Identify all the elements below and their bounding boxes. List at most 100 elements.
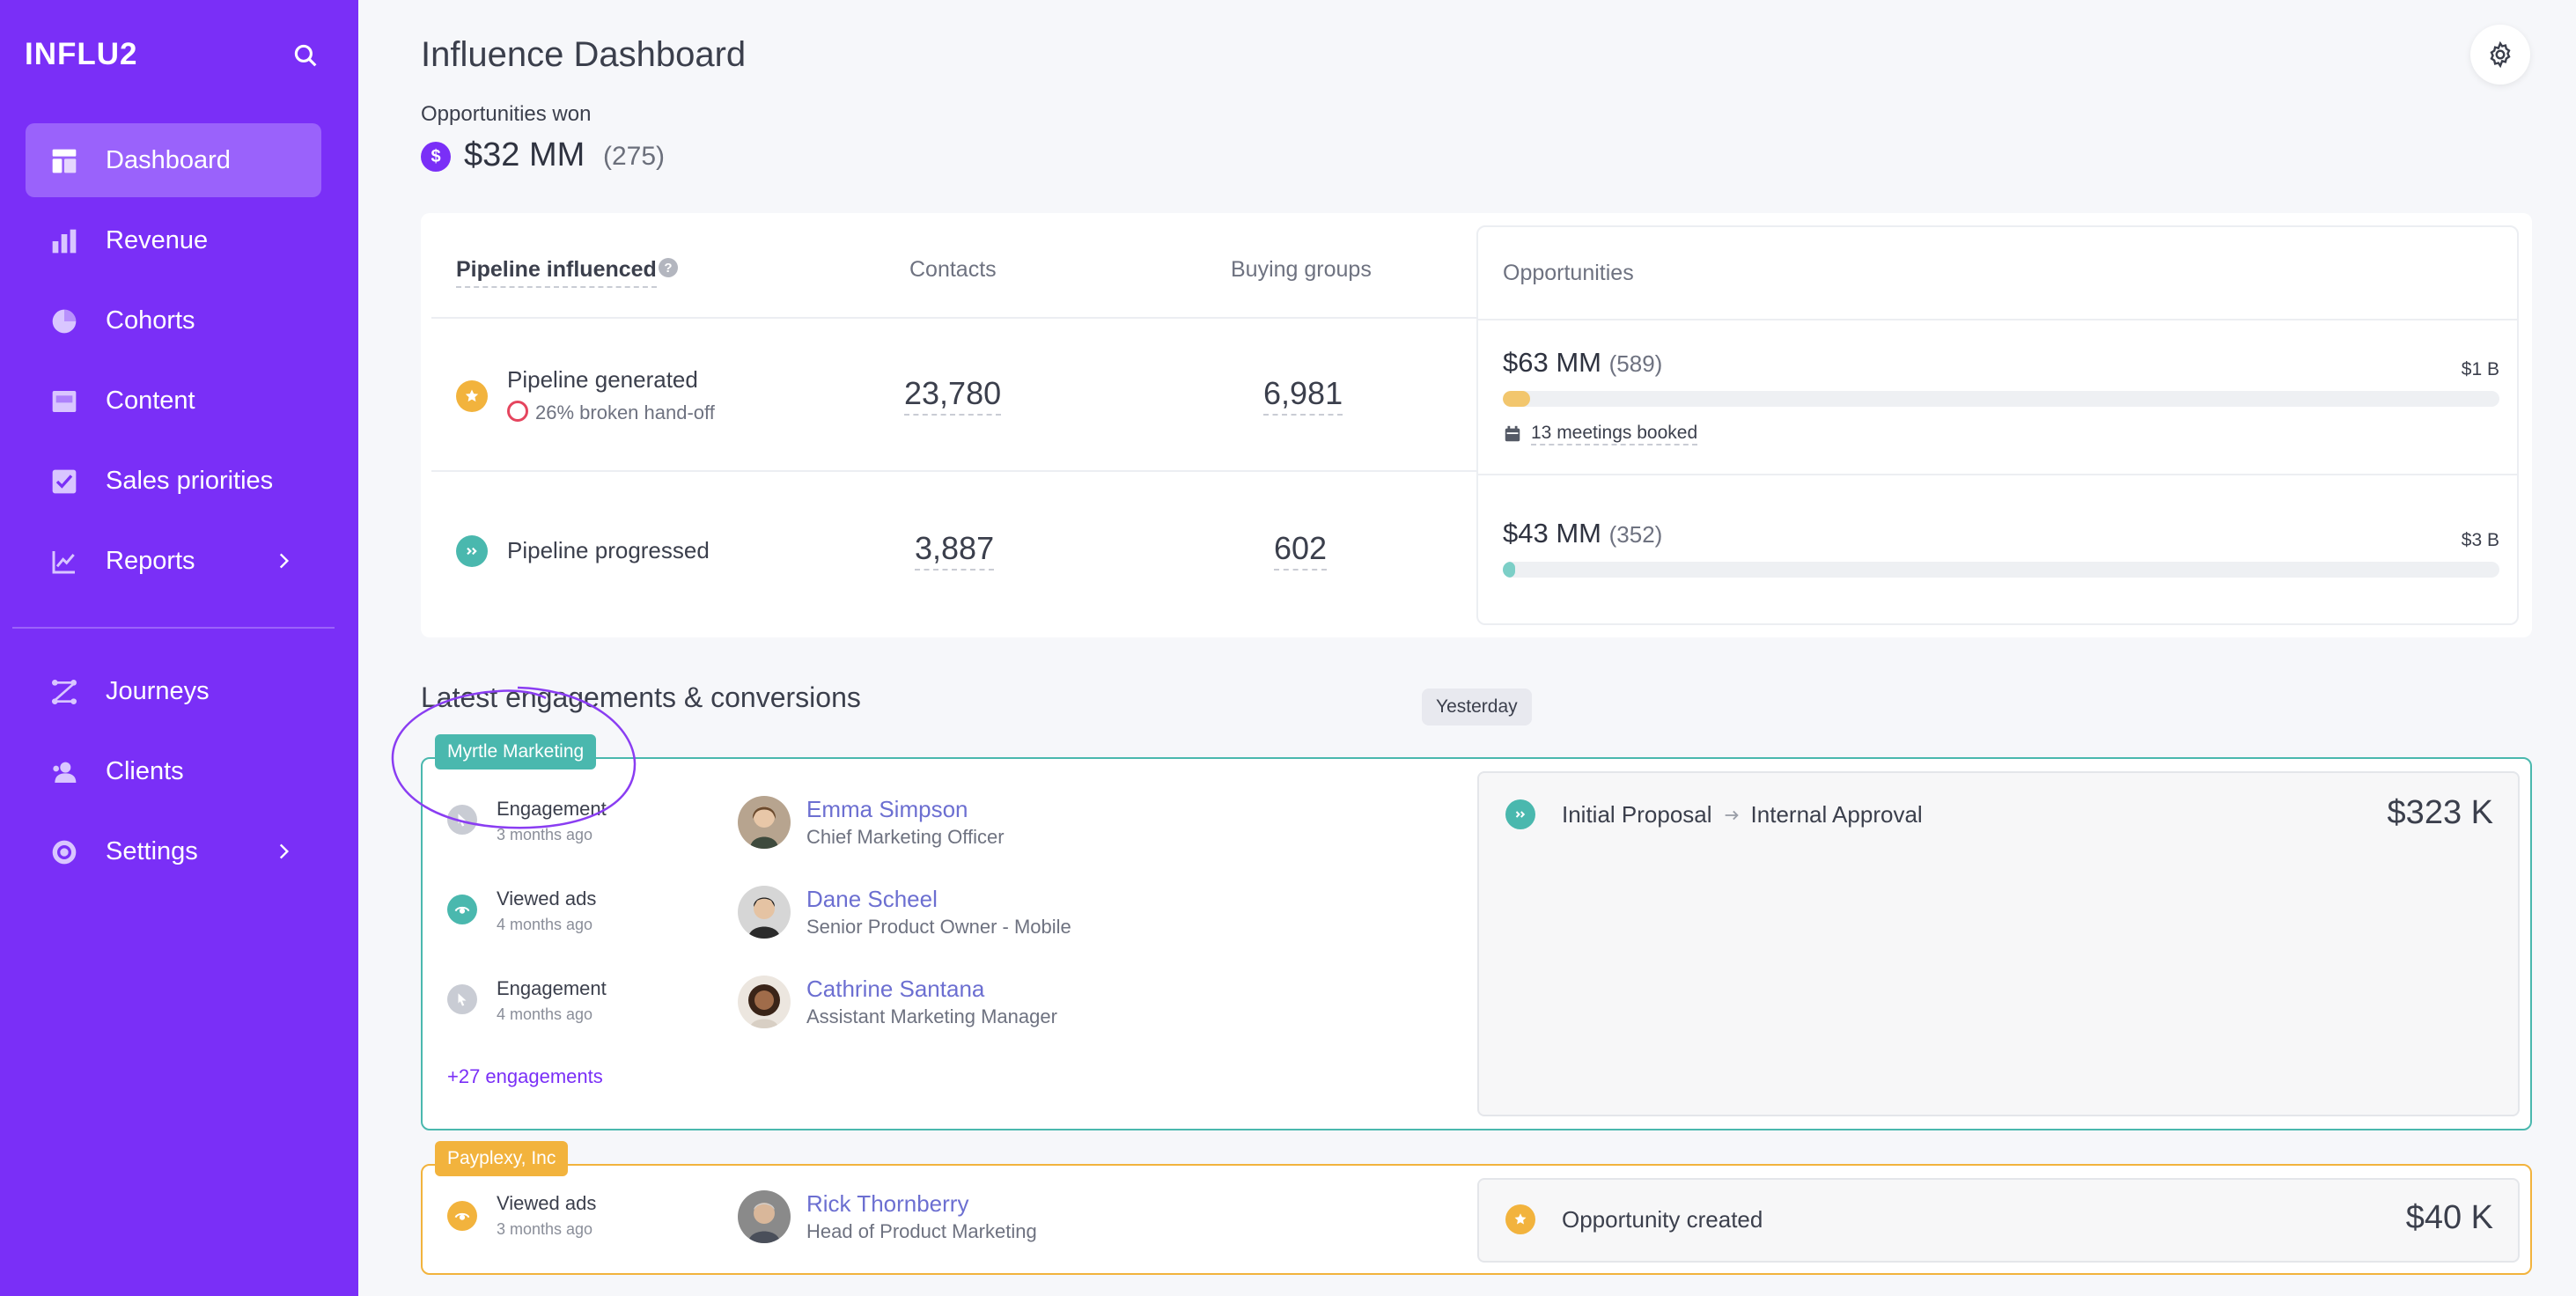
- activity-time: 4 months ago: [497, 1005, 593, 1023]
- sidebar-item-label: Cohorts: [106, 306, 195, 335]
- calendar-icon: [1505, 425, 1520, 442]
- sidebar-item-cohorts[interactable]: Cohorts: [26, 284, 321, 357]
- contact-role: Chief Marketing Officer: [806, 826, 1005, 848]
- contact-name-link[interactable]: Cathrine Santana: [806, 976, 984, 1003]
- cursor-icon: [447, 805, 477, 835]
- contact-name-link[interactable]: Dane Scheel: [806, 886, 938, 913]
- stage-panel: Opportunity created $40 K: [1477, 1178, 2520, 1263]
- settings-icon: [52, 840, 77, 865]
- sidebar-item-label: Journeys: [106, 676, 210, 705]
- buying-groups-value[interactable]: 6,981: [1263, 375, 1343, 416]
- checkbox-icon: [52, 469, 77, 494]
- opportunity-amount: $43 MM: [1503, 518, 1601, 549]
- opportunities-panel: Opportunities $63 MM (589) $1 B 13 meeti…: [1476, 225, 2519, 625]
- row-divider: [431, 317, 1479, 319]
- pie-chart-icon: [52, 309, 77, 334]
- sidebar-item-label: Content: [106, 386, 195, 415]
- opportunity-max: $3 B: [2461, 530, 2499, 550]
- progress-fill: [1503, 391, 1530, 407]
- sidebar-item-label: Dashboard: [106, 145, 231, 174]
- sidebar-item-reports[interactable]: Reports: [26, 524, 321, 598]
- buying-groups-header: Buying groups: [1231, 257, 1372, 282]
- contact-name-link[interactable]: Rick Thornberry: [806, 1190, 968, 1218]
- dollar-icon: $: [421, 142, 451, 172]
- activity-time: 4 months ago: [497, 916, 593, 933]
- app-logo: INFLU2: [25, 37, 138, 71]
- activity-time: 3 months ago: [497, 826, 593, 843]
- avatar: [738, 976, 791, 1028]
- row-divider: [1478, 474, 2517, 475]
- stage-panel: Initial Proposal Internal Approval $323 …: [1477, 771, 2520, 1116]
- sidebar-item-dashboard[interactable]: Dashboard: [26, 123, 321, 197]
- search-button[interactable]: [291, 40, 320, 70]
- journeys-icon: [52, 680, 77, 704]
- avatar: [738, 1190, 791, 1243]
- activity-title: Viewed ads: [497, 1192, 597, 1214]
- chevron-right-icon: [279, 553, 290, 569]
- sidebar-item-settings[interactable]: Settings: [26, 814, 321, 888]
- line-chart-icon: [52, 551, 75, 574]
- content-icon: [52, 391, 77, 412]
- sidebar-item-label: Sales priorities: [106, 466, 274, 495]
- sidebar-divider: [12, 627, 335, 629]
- buying-groups-value[interactable]: 602: [1274, 530, 1328, 571]
- opportunity-count: (589): [1608, 350, 1663, 377]
- opportunity-amount: $63 MM: [1503, 347, 1601, 378]
- search-icon: [294, 44, 317, 67]
- row-divider: [1478, 319, 2517, 320]
- stage-label: Opportunity created: [1562, 1206, 1763, 1233]
- sidebar-item-clients[interactable]: Clients: [26, 734, 321, 808]
- sidebar-item-revenue[interactable]: Revenue: [26, 203, 321, 277]
- opportunities-won-label: Opportunities won: [421, 102, 592, 126]
- arrow-right-icon: [1725, 810, 1739, 820]
- meetings-booked[interactable]: 13 meetings booked: [1503, 423, 1698, 446]
- contact-role: Senior Product Owner - Mobile: [806, 916, 1071, 938]
- eye-icon: [447, 1201, 477, 1231]
- activity-title: Viewed ads: [497, 887, 597, 909]
- clients-icon: [53, 762, 77, 783]
- sidebar-item-label: Settings: [106, 836, 198, 865]
- sidebar-item-journeys[interactable]: Journeys: [26, 654, 321, 728]
- stage-transition: Initial Proposal Internal Approval: [1562, 801, 1923, 828]
- dashboard-icon: [52, 149, 77, 173]
- sidebar-item-content[interactable]: Content: [26, 364, 321, 438]
- progress-fill: [1503, 562, 1515, 578]
- star-icon: [1505, 1204, 1535, 1234]
- date-divider: Yesterday: [1422, 688, 1532, 725]
- section-title: Latest engagements & conversions: [421, 681, 861, 713]
- company-tag[interactable]: Myrtle Marketing: [435, 734, 597, 770]
- avatar: [738, 796, 791, 849]
- sidebar-item-sales-priorities[interactable]: Sales priorities: [26, 444, 321, 518]
- opportunities-header: Opportunities: [1503, 261, 1634, 285]
- star-icon: [456, 380, 488, 412]
- engagement-card: Viewed ads 3 months ago Rick Thornberry …: [421, 1164, 2532, 1275]
- pipeline-influenced-label: Pipeline influenced: [456, 257, 657, 288]
- contact-role: Head of Product Marketing: [806, 1220, 1037, 1242]
- activity-title: Engagement: [497, 977, 607, 999]
- help-icon[interactable]: ?: [659, 258, 678, 277]
- page-title: Influence Dashboard: [421, 35, 747, 74]
- pipeline-progressed-label: Pipeline progressed: [507, 537, 710, 563]
- progress-icon: [1505, 799, 1535, 829]
- contacts-value[interactable]: 23,780: [904, 375, 1002, 416]
- contact-name-link[interactable]: Emma Simpson: [806, 796, 968, 823]
- engagement-card: Engagement 3 months ago Emma Simpson Chi…: [421, 757, 2532, 1130]
- eye-icon: [447, 895, 477, 924]
- avatar: [738, 886, 791, 939]
- sidebar-item-label: Clients: [106, 756, 184, 785]
- gear-icon: [2490, 40, 2511, 69]
- stage-from: Initial Proposal: [1562, 801, 1712, 828]
- activity-title: Engagement: [497, 798, 607, 820]
- company-tag[interactable]: Payplexy, Inc: [435, 1141, 569, 1176]
- pipeline-generated-label: Pipeline generated: [507, 366, 698, 393]
- sidebar: INFLU2 Dashboard Revenue Cohorts Content…: [0, 0, 358, 1296]
- opportunity-max: $1 B: [2461, 359, 2499, 379]
- sidebar-item-label: Reports: [106, 546, 195, 575]
- stage-amount: $323 K: [2387, 794, 2493, 831]
- settings-button[interactable]: [2470, 25, 2530, 85]
- chevron-right-icon: [279, 843, 290, 859]
- contacts-value[interactable]: 3,887: [915, 530, 995, 571]
- activity-time: 3 months ago: [497, 1220, 593, 1238]
- more-engagements-link[interactable]: +27 engagements: [447, 1065, 603, 1088]
- meetings-booked-label: 13 meetings booked: [1531, 423, 1698, 446]
